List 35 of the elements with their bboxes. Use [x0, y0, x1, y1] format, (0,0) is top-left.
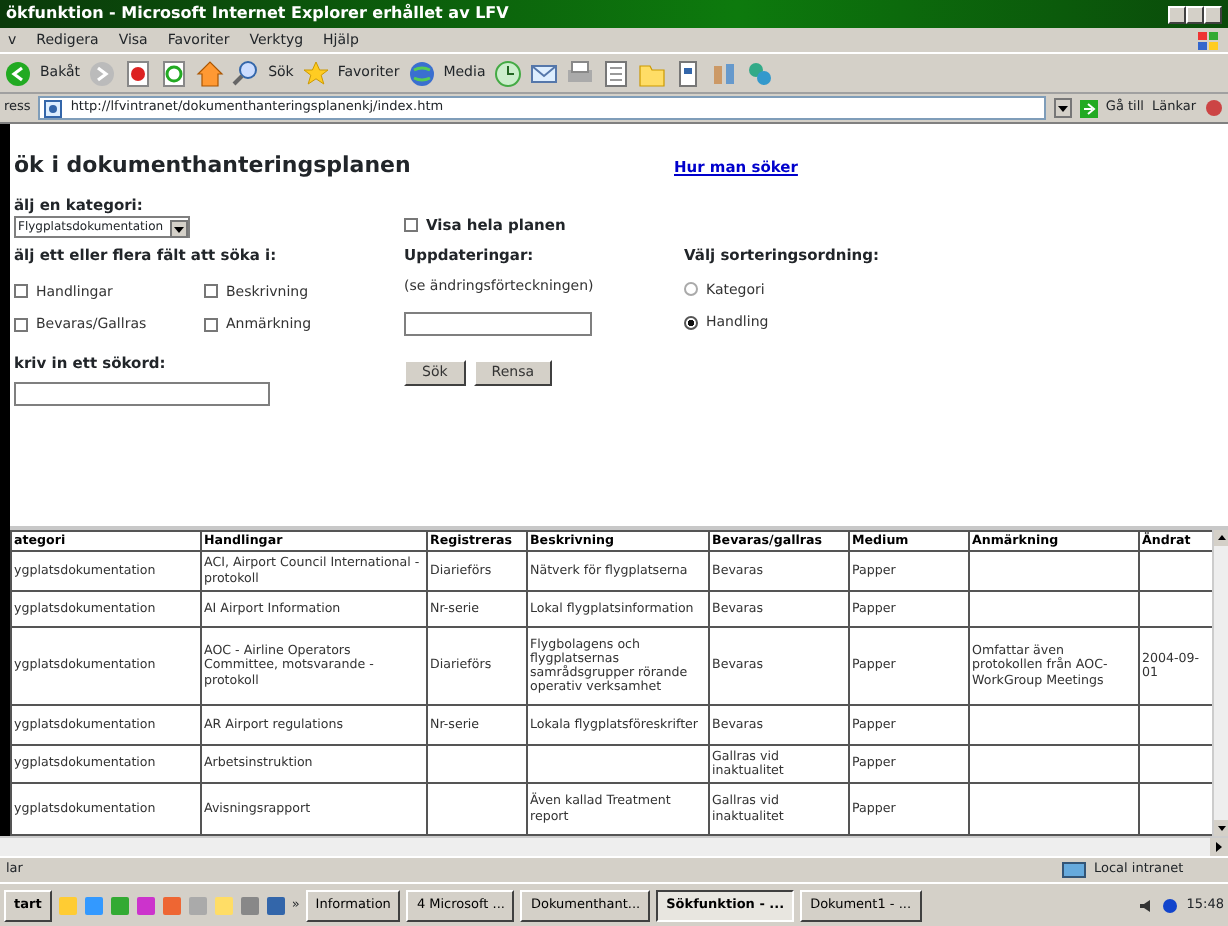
mail-icon[interactable]: [529, 59, 558, 87]
dropdown-icon[interactable]: [1053, 98, 1072, 118]
checkbox[interactable]: [404, 217, 418, 232]
speaker-icon: [1138, 897, 1155, 913]
globe-icon: [407, 59, 436, 87]
checkbox[interactable]: [204, 284, 218, 299]
page-icon[interactable]: [673, 59, 702, 87]
printer-icon[interactable]: [565, 59, 594, 87]
search-icon: [232, 59, 261, 87]
window-title: ökfunktion - Microsoft Internet Explorer erhållet av LFV: [6, 2, 509, 26]
arrow-icon: [1079, 99, 1098, 117]
page-icon: [44, 99, 63, 117]
minimize-button[interactable]: [1168, 5, 1186, 23]
scroll-right-icon[interactable]: [1210, 838, 1228, 856]
intranet-icon: [1062, 861, 1086, 879]
history-icon[interactable]: [493, 59, 522, 87]
back-icon: [4, 59, 32, 87]
checkbox[interactable]: [14, 284, 28, 299]
refresh-icon[interactable]: [160, 59, 189, 87]
scroll-down-icon[interactable]: [1214, 820, 1228, 836]
search-field[interactable]: [14, 381, 270, 406]
checkbox[interactable]: [14, 317, 28, 332]
windows-logo-icon: [1196, 29, 1220, 51]
stop-icon[interactable]: [124, 59, 153, 87]
dropdown-icon: [169, 219, 188, 238]
close-button[interactable]: [1204, 5, 1222, 23]
checkbox[interactable]: [204, 317, 218, 332]
home-icon[interactable]: [196, 59, 225, 87]
radio-button[interactable]: [684, 315, 698, 330]
radio-button[interactable]: [684, 282, 698, 297]
scroll-up-icon[interactable]: [1214, 529, 1228, 546]
page-heading: ök i dokumenthanteringsplanen: [14, 152, 413, 179]
maximize-button[interactable]: [1186, 5, 1204, 23]
date-field[interactable]: [404, 312, 592, 337]
star-icon: [301, 59, 330, 87]
